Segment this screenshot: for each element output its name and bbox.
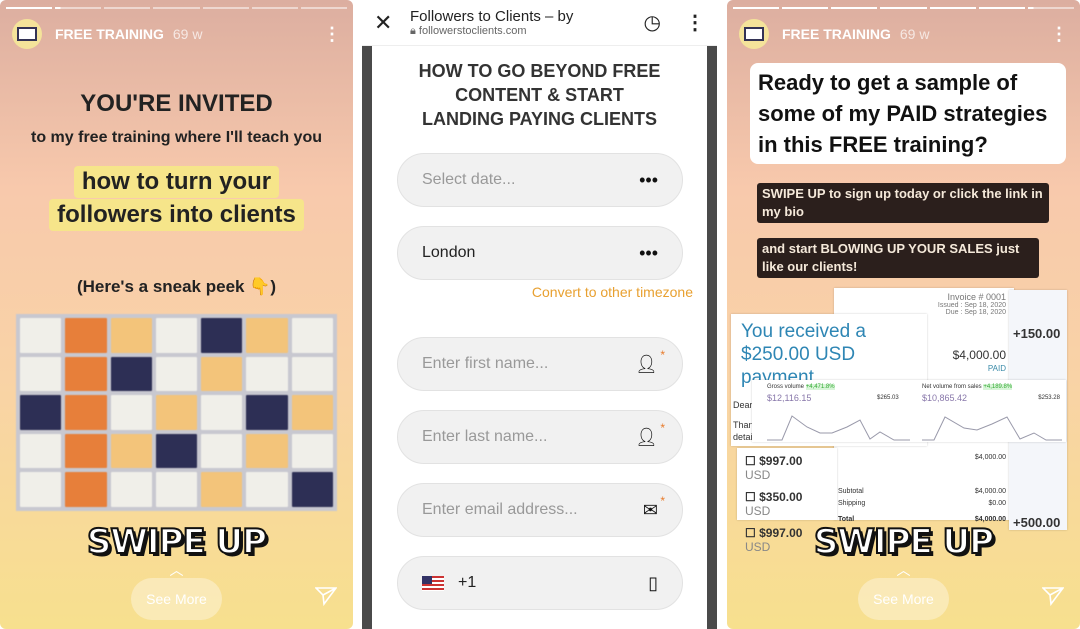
more-icon: ••• — [639, 242, 658, 263]
subtotal-label: Subtotal — [838, 488, 864, 495]
page-title: Followers to Clients – by — [410, 7, 574, 25]
payment-currency: USD — [745, 468, 771, 482]
invoice-amount: $4,000.00 — [952, 348, 1006, 362]
browser-panel: ✕ Followers to Clients – by 🔒︎ followers… — [362, 0, 717, 629]
first-name-input[interactable]: Enter first name... 👤︎ * — [397, 337, 683, 391]
send-icon[interactable] — [1042, 586, 1064, 606]
net-line — [922, 416, 1062, 441]
net-change: +4,189.8% — [983, 384, 1013, 390]
close-icon[interactable]: ✕ — [374, 10, 400, 36]
issued-date: Issued : Sep 18, 2020 — [937, 302, 1006, 309]
paid-badge: PAID — [987, 364, 1006, 373]
payments-list: ☐ $997.00 USD ☐ $350.00 USD ☐ $997.00 US… — [737, 448, 837, 554]
chevron-up-icon: ︿ — [896, 562, 911, 578]
story-progress — [6, 7, 347, 9]
story-progress — [733, 7, 1074, 9]
person-icon: 👤︎ * — [635, 420, 665, 447]
swipe-up-sticker: SWIPE UP — [813, 521, 995, 563]
swipe-up-sticker: SWIPE UP — [86, 521, 268, 563]
more-options-icon[interactable]: ⋮ — [1050, 25, 1068, 43]
gross-label: Gross volume — [767, 384, 805, 390]
payment-amount: $997.00 — [759, 454, 803, 468]
phone-icon: ▯ — [648, 572, 658, 593]
see-more-button[interactable]: See More — [858, 578, 949, 620]
date-placeholder: Select date... — [422, 171, 516, 188]
first-name-placeholder: Enter first name... — [422, 355, 549, 372]
checkbox[interactable]: ☐ — [745, 454, 759, 468]
cta-text-2: and start BLOWING UP YOUR SALES just lik… — [757, 238, 1039, 278]
chevron-up-icon: ︿ — [169, 562, 184, 578]
timezone-value: London — [422, 244, 476, 261]
last-name-input[interactable]: Enter last name... 👤︎ * — [397, 410, 683, 464]
url: followerstoclients.com — [418, 24, 527, 37]
subtotal: $4,000.00 — [974, 488, 1006, 495]
email-input[interactable]: Enter email address... ✉ * — [397, 483, 683, 537]
highlight-line-2: followers into clients — [49, 199, 304, 231]
more-options-icon[interactable]: ⋮ — [685, 10, 705, 35]
amount-plus-150: +150.00 — [1013, 326, 1061, 341]
highlight-line-1: how to turn your — [73, 166, 280, 198]
gross-change: +4,471.8% — [805, 384, 835, 390]
payment-amount: $350.00 — [759, 490, 803, 504]
avatar[interactable] — [739, 19, 769, 49]
net-label: Net volume from sales — [922, 384, 982, 390]
line-total: $4,000.00 — [974, 454, 1006, 461]
page-headline: HOW TO GO BEYOND FREE CONTENT & START LA… — [418, 61, 661, 129]
shipping-label: Shipping — [838, 500, 866, 507]
story-age: 69 w — [899, 26, 930, 42]
account-name[interactable]: FREE TRAINING — [55, 26, 164, 42]
convert-timezone-link[interactable]: Convert to other timezone — [532, 284, 693, 300]
slides-photo — [16, 314, 337, 511]
checkbox[interactable]: ☐ — [745, 490, 759, 504]
more-options-icon[interactable]: ⋮ — [323, 25, 341, 43]
send-icon[interactable] — [315, 586, 337, 606]
phone-input[interactable]: +1 ▯ — [397, 556, 683, 610]
person-icon: 👤︎ * — [635, 347, 665, 374]
avatar[interactable] — [12, 19, 42, 49]
timezone-select[interactable]: London ••• — [397, 226, 683, 280]
story-age: 69 w — [172, 26, 203, 42]
invoice-number: Invoice # 0001 — [947, 292, 1006, 302]
shipping: $0.00 — [988, 500, 1006, 507]
envelope-icon: ✉ * — [642, 493, 665, 520]
email-text: Than — [733, 420, 754, 430]
volume-charts-card: Gross volume +4,471.8% $12,116.15 $265.0… — [752, 380, 1066, 442]
us-flag-icon[interactable] — [422, 575, 444, 591]
story-right[interactable]: FREE TRAINING 69 w ⋮ Ready to get a samp… — [727, 0, 1080, 629]
sneak-peek: (Here's a sneak peek 👇) — [76, 277, 277, 296]
history-icon[interactable]: ◷ — [644, 10, 661, 35]
payment-currency: USD — [745, 504, 771, 518]
last-name-placeholder: Enter last name... — [422, 428, 548, 445]
email-text: detai — [733, 432, 753, 442]
story-left[interactable]: FREE TRAINING 69 w ⋮ YOU'RE INVITED to m… — [0, 0, 353, 629]
subheading: to my free training where I'll teach you — [31, 129, 322, 146]
email-text: Dear — [733, 400, 753, 410]
more-icon: ••• — [639, 169, 658, 190]
phone-code: +1 — [458, 574, 477, 591]
account-name[interactable]: FREE TRAINING — [782, 26, 891, 42]
question-text: Ready to get a sample of some of my PAID… — [750, 63, 1066, 164]
lock-icon: 🔒︎ — [410, 24, 419, 37]
see-more-button[interactable]: See More — [131, 578, 222, 620]
email-placeholder: Enter email address... — [422, 501, 578, 518]
volume-sparklines — [767, 415, 1062, 441]
cta-text-1: SWIPE UP to sign up today or click the l… — [757, 183, 1049, 223]
heading: YOU'RE INVITED — [80, 90, 273, 117]
gross-line — [767, 415, 910, 441]
date-select[interactable]: Select date... ••• — [397, 153, 683, 207]
